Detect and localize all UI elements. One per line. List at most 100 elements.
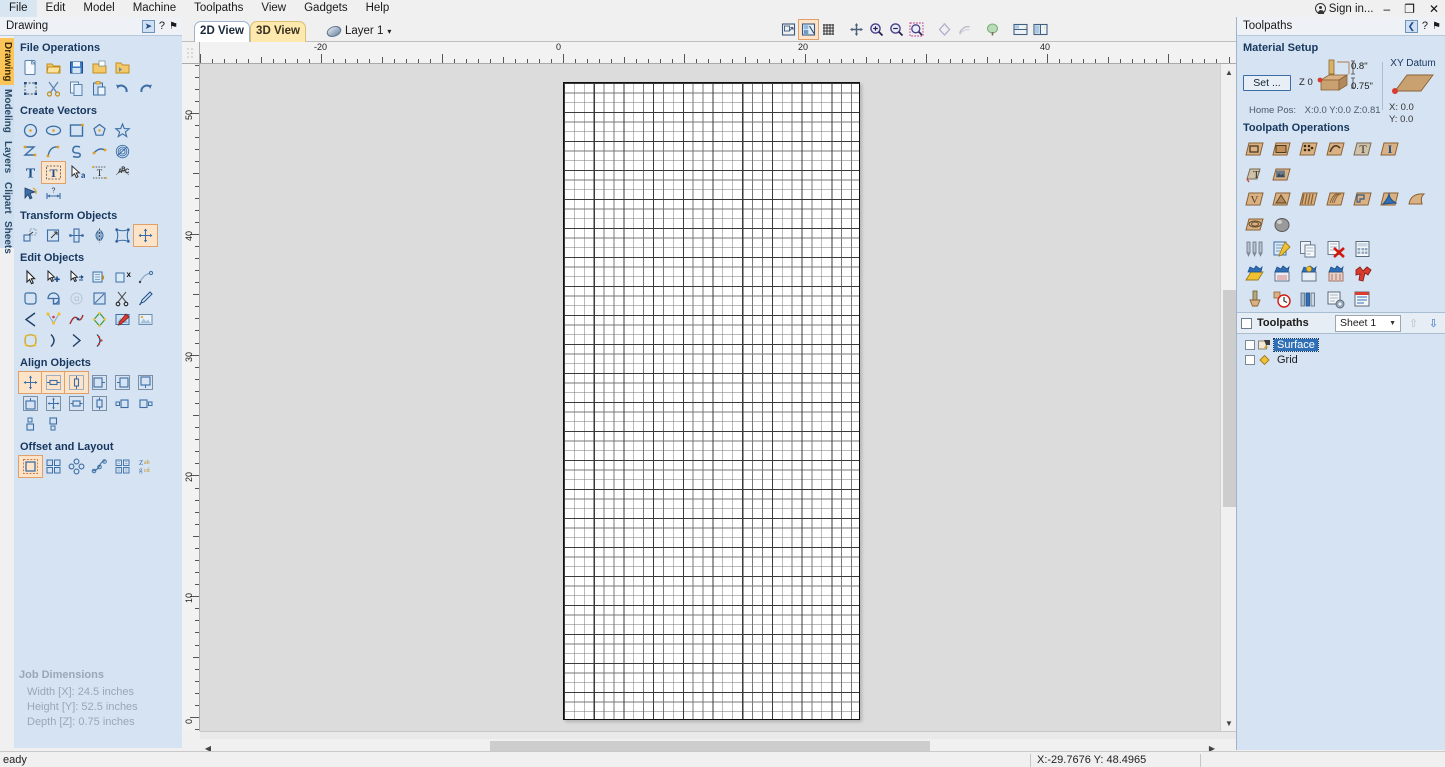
node-add-icon[interactable] (42, 267, 65, 288)
arc-icon[interactable] (88, 141, 111, 162)
restore-button[interactable]: ❐ (1400, 2, 1419, 16)
close-button[interactable]: ✕ (1425, 2, 1443, 16)
tool-database-icon[interactable] (1241, 237, 1268, 262)
edit-toolpath-icon[interactable] (1268, 237, 1295, 262)
menu-toolpaths[interactable]: Toolpaths (185, 0, 252, 17)
vcarve-toolpath-icon[interactable]: V (1241, 187, 1268, 212)
material-block-icon[interactable] (1241, 287, 1268, 312)
select-all-icon[interactable] (19, 78, 42, 99)
toolpath-list-item-surface[interactable]: Surface (1245, 338, 1445, 352)
align-outside-right-icon[interactable] (134, 393, 157, 414)
vertical-ruler[interactable]: 50 40 30 20 10 0 (182, 64, 200, 731)
offset-shape-icon[interactable] (88, 309, 111, 330)
align-page-horizontal-icon[interactable] (65, 393, 88, 414)
circular-array-icon[interactable] (65, 456, 88, 477)
toolpaths-pin-icon[interactable]: ⚑ (1432, 21, 1441, 32)
3d-ball-icon[interactable] (1268, 212, 1295, 237)
subtract-icon[interactable] (42, 288, 65, 309)
3d-finish-icon[interactable] (1403, 187, 1430, 212)
group-icon[interactable] (88, 267, 111, 288)
zoom-out-icon[interactable] (887, 20, 906, 39)
vcarve-text-icon[interactable]: T (1349, 137, 1376, 162)
sign-in-button[interactable]: Sign in... (1314, 3, 1373, 15)
photo-vcarve-icon[interactable] (1268, 162, 1295, 187)
open-folder-icon[interactable] (111, 57, 134, 78)
3d-rough-icon[interactable] (1376, 187, 1403, 212)
new-file-icon[interactable] (19, 57, 42, 78)
sheet-selector-dropdown[interactable]: Sheet 1 ▼ (1335, 314, 1401, 332)
toolpath-name[interactable]: Surface (1273, 338, 1319, 352)
copy-along-curve-icon[interactable] (88, 456, 111, 477)
rectangle-icon[interactable] (65, 120, 88, 141)
align-top-icon[interactable] (134, 372, 157, 393)
align-page-center-icon[interactable] (42, 393, 65, 414)
material-set-button[interactable]: Set ... (1243, 75, 1291, 91)
move-toolpath-down-button[interactable]: ⇩ (1426, 315, 1441, 332)
moulding-toolpath-icon[interactable] (1295, 187, 1322, 212)
cut-icon[interactable] (42, 78, 65, 99)
curve-icon[interactable] (42, 141, 65, 162)
scroll-down-arrow-icon[interactable]: ▼ (1221, 715, 1237, 731)
toolpath-checkbox[interactable] (1245, 340, 1255, 350)
align-right-icon[interactable] (111, 372, 134, 393)
duplicate-toolpath-icon[interactable] (1295, 237, 1322, 262)
align-center-vertical-icon[interactable] (64, 371, 89, 394)
menu-edit[interactable]: Edit (37, 0, 75, 17)
align-center-horizontal-icon[interactable] (41, 371, 66, 394)
weld-icon[interactable] (19, 288, 42, 309)
ellipse-icon[interactable] (42, 120, 65, 141)
toolpath-list-item-grid[interactable]: Grid (1245, 353, 1445, 367)
toolpaths-master-checkbox[interactable] (1241, 317, 1252, 329)
toolpath-name[interactable]: Grid (1274, 354, 1301, 366)
tab-3d-view[interactable]: 3D View (250, 21, 306, 42)
distort-icon[interactable] (111, 225, 134, 246)
tab-2d-view[interactable]: 2D View (194, 21, 250, 42)
fluting-toolpath-icon[interactable] (1322, 137, 1349, 162)
text-box-icon[interactable]: T (41, 161, 66, 184)
add-toolpath-icon[interactable] (1295, 262, 1322, 287)
minimize-button[interactable]: – (1379, 2, 1394, 16)
node-edit-icon[interactable] (19, 267, 42, 288)
toggle-grid-icon[interactable] (819, 20, 838, 39)
ruler-corner[interactable] (182, 42, 200, 64)
simulate-icon[interactable] (1349, 262, 1376, 287)
material-sheet[interactable] (563, 82, 860, 720)
group-toolpaths-icon[interactable] (1322, 262, 1349, 287)
ungroup-icon[interactable]: x (111, 267, 134, 288)
zoom-to-job-icon[interactable] (798, 19, 819, 40)
nodes-icon[interactable] (42, 309, 65, 330)
side-tab-clipart[interactable]: Clipart (0, 178, 14, 218)
text-on-curve-icon[interactable]: T (88, 162, 111, 183)
show-model-icon[interactable] (983, 20, 1002, 39)
clip-icon[interactable] (88, 288, 111, 309)
side-tab-modeling[interactable]: Modeling (0, 85, 14, 137)
inlay-icon[interactable] (19, 330, 42, 351)
save-file-icon[interactable] (65, 57, 88, 78)
align-center-both-icon[interactable] (18, 371, 43, 394)
inlay-text-icon[interactable]: I (1376, 137, 1403, 162)
align-outside-left-icon[interactable] (111, 393, 134, 414)
estimate-time-icon[interactable] (1268, 287, 1295, 312)
dimension-icon[interactable]: ? (42, 183, 65, 204)
align-bottom-icon[interactable] (19, 393, 42, 414)
align-page-vertical-icon[interactable] (88, 393, 111, 414)
text-arc-icon[interactable]: ABC (111, 162, 134, 183)
menu-gadgets[interactable]: Gadgets (295, 0, 356, 17)
preview-toolpath-icon[interactable] (1241, 262, 1268, 287)
toolpath-settings-icon[interactable] (1322, 287, 1349, 312)
sheet-layout-icon[interactable] (1349, 287, 1376, 312)
text-select-icon[interactable]: a (65, 162, 88, 183)
save-toolpath-icon[interactable] (1268, 262, 1295, 287)
intersect-icon[interactable] (65, 288, 88, 309)
node-array-icon[interactable] (88, 330, 111, 351)
toolpaths-help-icon[interactable]: ? (1422, 20, 1428, 32)
scroll-up-arrow-icon[interactable]: ▲ (1221, 64, 1237, 80)
bitmap-fit-icon[interactable] (111, 309, 134, 330)
zoom-selection-icon[interactable] (907, 20, 926, 39)
align-center-icon[interactable] (133, 224, 158, 247)
image-icon[interactable] (134, 309, 157, 330)
layer-selector[interactable]: Layer 1 ▾ (325, 22, 391, 40)
zoom-in-icon[interactable] (867, 20, 886, 39)
canvas-vertical-scrollbar[interactable]: ▲ ▼ (1220, 64, 1237, 731)
pocket-toolpath-icon[interactable] (1268, 137, 1295, 162)
